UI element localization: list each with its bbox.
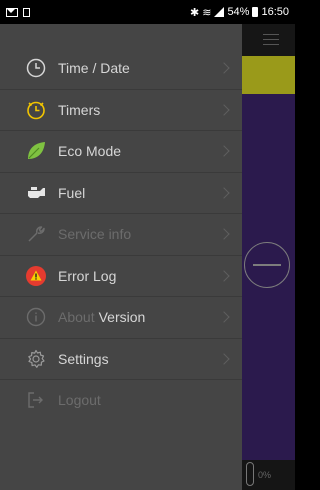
menu-item-label: Service info xyxy=(58,226,132,243)
menu-item-time-date[interactable]: Time / Date xyxy=(0,48,242,89)
chevron-right-icon xyxy=(218,228,230,240)
chevron-right-icon xyxy=(218,353,230,365)
status-bar: ✱ ≋ 54% 16:50 xyxy=(0,0,295,24)
menu-item-fuel[interactable]: Fuel xyxy=(0,173,242,214)
menu-item-label: Eco Mode xyxy=(58,143,122,160)
logout-icon xyxy=(25,389,47,411)
menu-item-settings[interactable]: Settings xyxy=(0,339,242,380)
info-icon xyxy=(25,306,47,328)
menu-item-label: Settings xyxy=(58,350,109,367)
version-label: Version xyxy=(98,309,146,326)
drawer-menu: Time / Date Timers Eco Mode Fuel Service… xyxy=(0,48,242,421)
clock-time: 16:50 xyxy=(261,6,289,18)
gear-icon xyxy=(25,348,47,370)
app-dial[interactable] xyxy=(244,242,290,288)
chevron-right-icon xyxy=(218,311,230,323)
battery-percent: 54% xyxy=(227,6,250,18)
wrench-icon xyxy=(25,223,47,245)
hamburger-icon[interactable] xyxy=(263,34,279,45)
menu-item-eco-mode[interactable]: Eco Mode xyxy=(0,131,242,172)
gauge-percent: 0% xyxy=(258,470,272,480)
chevron-right-icon xyxy=(218,104,230,116)
battery-icon xyxy=(252,7,259,17)
gauge-icon xyxy=(246,462,254,486)
bluetooth-icon: ✱ xyxy=(190,6,200,19)
signal-icon xyxy=(214,7,225,17)
chevron-right-icon xyxy=(218,145,230,157)
menu-item-label: Fuel xyxy=(58,184,86,201)
wifi-icon: ≋ xyxy=(202,6,212,19)
menu-item-label: Logout xyxy=(58,392,101,409)
navigation-drawer: Time / Date Timers Eco Mode Fuel Service… xyxy=(0,24,242,490)
chevron-right-icon xyxy=(218,187,230,199)
menu-item-label: About Version xyxy=(58,309,145,325)
chevron-right-icon xyxy=(218,270,230,282)
menu-item-label: Error Log xyxy=(58,267,117,284)
mail-icon xyxy=(6,7,18,17)
menu-item-service-info[interactable]: Service info xyxy=(0,214,242,255)
about-label: About xyxy=(58,309,95,326)
fuel-icon xyxy=(25,182,47,204)
warning-icon xyxy=(25,265,47,287)
menu-item-label: Timers xyxy=(58,101,101,118)
clock-icon xyxy=(25,57,47,79)
menu-item-logout[interactable]: Logout xyxy=(0,380,242,421)
notification-icon xyxy=(23,7,30,17)
menu-item-error-log[interactable]: Error Log xyxy=(0,256,242,297)
menu-item-about[interactable]: About Version xyxy=(0,297,242,338)
menu-item-timers[interactable]: Timers xyxy=(0,90,242,131)
menu-item-label: Time / Date xyxy=(58,60,130,77)
leaf-icon xyxy=(25,140,47,162)
timer-icon xyxy=(25,99,47,121)
chevron-right-icon xyxy=(218,62,230,74)
